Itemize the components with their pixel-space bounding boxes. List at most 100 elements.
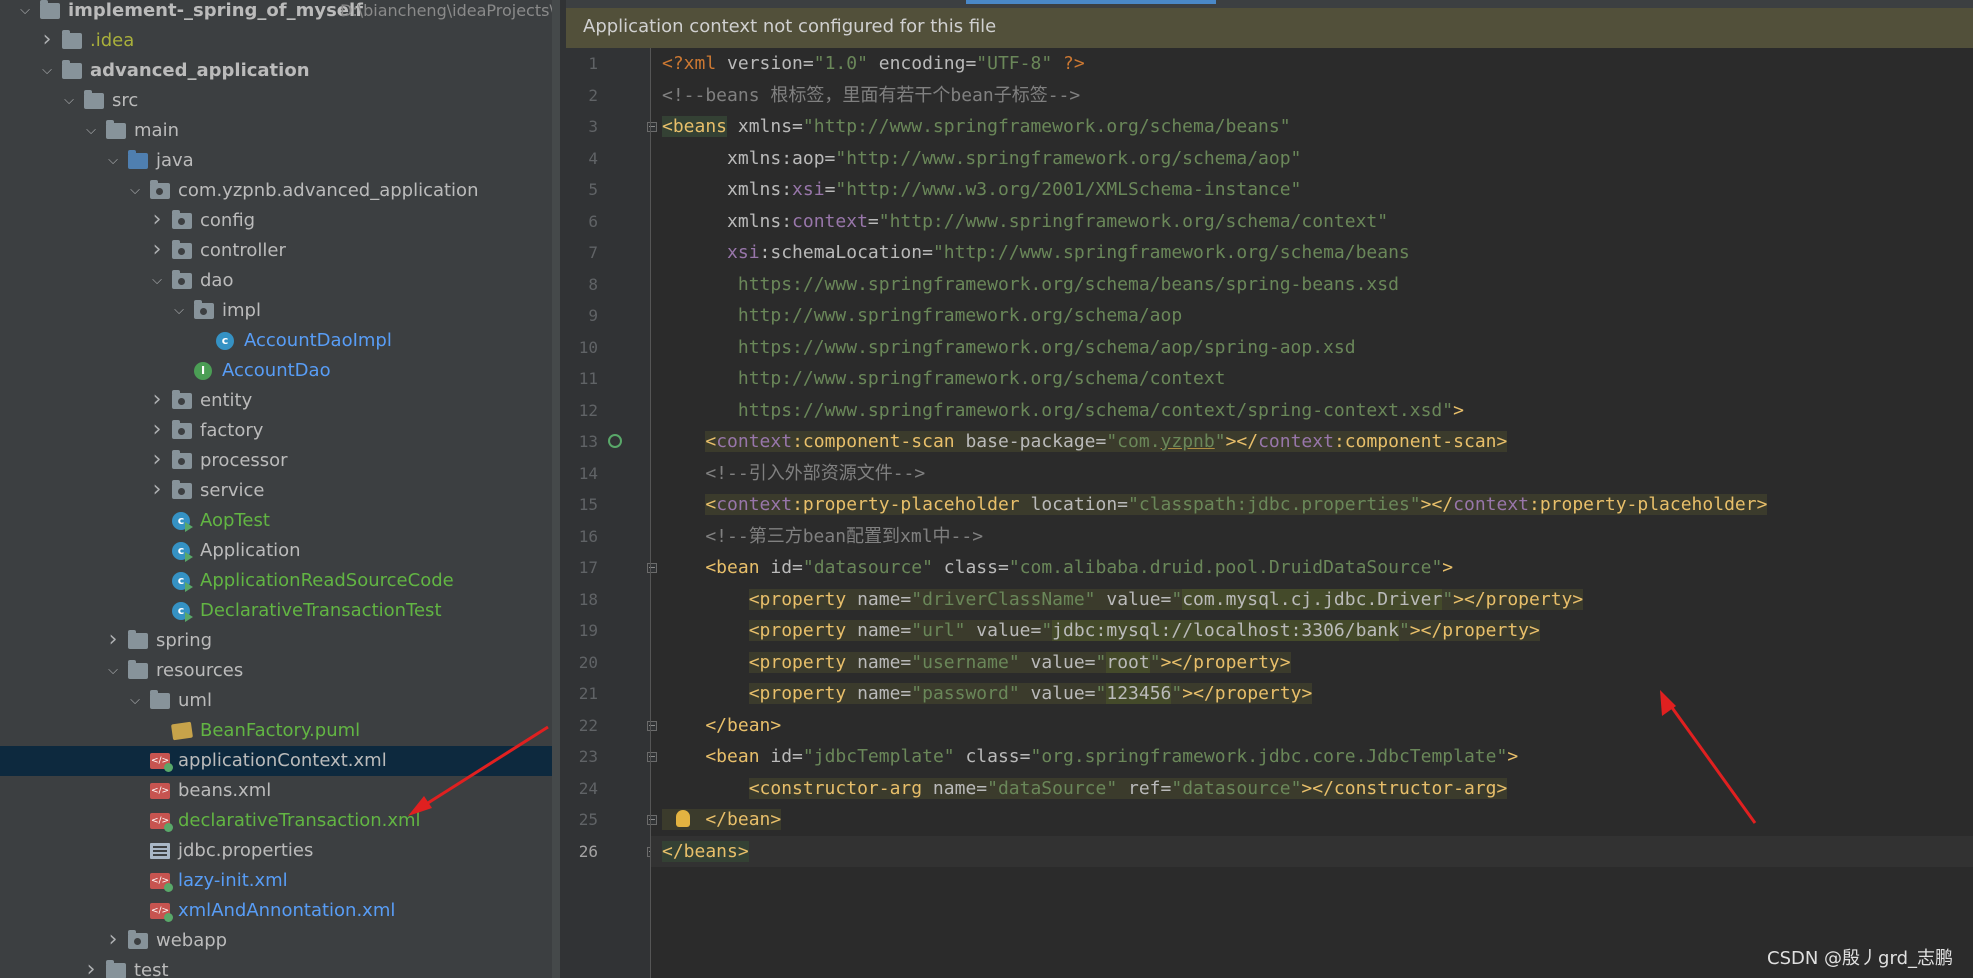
chevron-down-icon[interactable]: ⌵ xyxy=(128,686,142,716)
tree-item[interactable]: › webapp xyxy=(0,926,556,956)
tree-item[interactable]: › config xyxy=(0,206,556,236)
folder-icon xyxy=(62,30,82,49)
tree-item[interactable]: › spring xyxy=(0,626,556,656)
chevron-down-icon[interactable]: ⌵ xyxy=(106,146,120,176)
tree-item[interactable]: › test xyxy=(0,956,556,978)
fold-marker-icon[interactable] xyxy=(647,752,657,762)
tree-item[interactable]: c ApplicationReadSourceCode xyxy=(0,566,556,596)
spring-bean-gutter-icon[interactable] xyxy=(608,434,622,448)
code-line[interactable]: https://www.springframework.org/schema/a… xyxy=(662,332,1356,363)
code-line[interactable]: <property name="password" value="123456"… xyxy=(662,678,1313,709)
code-line[interactable]: <property name="url" value="jdbc:mysql:/… xyxy=(662,615,1540,646)
code-token: <property xyxy=(748,683,847,704)
chevron-down-icon[interactable]: ⌵ xyxy=(128,176,142,206)
code-token: ></property> xyxy=(1409,620,1540,641)
code-line[interactable]: xsi:schemaLocation="http://www.springfra… xyxy=(662,237,1410,268)
code-line[interactable]: <beans xmlns="http://www.springframework… xyxy=(662,111,1291,142)
tree-item[interactable]: c AccountDaoImpl xyxy=(0,326,556,356)
code-line[interactable]: https://www.springframework.org/schema/c… xyxy=(662,395,1464,426)
code-line[interactable]: http://www.springframework.org/schema/ao… xyxy=(662,300,1182,331)
tree-item[interactable]: ⌵ main xyxy=(0,116,556,146)
code-editor[interactable]: Application context not configured for t… xyxy=(566,0,1973,978)
chevron-down-icon[interactable]: ⌵ xyxy=(84,116,98,146)
tree-item-label: Application xyxy=(200,540,301,561)
fold-marker-icon[interactable] xyxy=(647,122,657,132)
tree-item[interactable]: c AopTest xyxy=(0,506,556,536)
project-tree[interactable]: ⌵ implement-_spring_of_myself D:\biancheng… xyxy=(0,0,556,978)
code-line[interactable]: xmlns:xsi="http://www.w3.org/2001/XMLSch… xyxy=(662,174,1301,205)
chevron-down-icon[interactable]: ⌵ xyxy=(18,0,32,26)
tree-item[interactable]: ⌵ src xyxy=(0,86,556,116)
tree-item[interactable]: I AccountDao xyxy=(0,356,556,386)
tree-item[interactable]: › factory xyxy=(0,416,556,446)
chevron-down-icon[interactable]: ⌵ xyxy=(150,266,164,296)
code-line[interactable]: <!--beans 根标签，里面有若干个bean子标签--> xyxy=(662,80,1080,111)
code-line[interactable]: <bean id="datasource" class="com.alibaba… xyxy=(662,552,1453,583)
chevron-right-icon[interactable]: › xyxy=(106,626,120,656)
tree-item[interactable]: ⌵ advanced_application xyxy=(0,56,556,86)
tree-item[interactable]: ⌵ implement-_spring_of_myself D:\biancheng… xyxy=(0,0,556,26)
code-line[interactable]: <context:component-scan base-package="co… xyxy=(662,426,1508,457)
tree-item[interactable]: </> beans.xml xyxy=(0,776,556,806)
tree-item[interactable]: ⌵ java xyxy=(0,146,556,176)
code-line[interactable]: <bean id="jdbcTemplate" class="org.sprin… xyxy=(662,741,1518,772)
tree-item[interactable]: </> xmlAndAnnontation.xml xyxy=(0,896,556,926)
tree-item[interactable]: › controller xyxy=(0,236,556,266)
line-number: 21 xyxy=(578,684,598,703)
package-icon xyxy=(194,300,214,319)
code-token: http://www.springframework.org/schema/co… xyxy=(662,368,1226,389)
chevron-right-icon[interactable]: › xyxy=(106,926,120,956)
chevron-down-icon[interactable]: ⌵ xyxy=(62,86,76,116)
code-line[interactable]: <!--第三方bean配置到xml中--> xyxy=(662,521,983,552)
code-line[interactable]: </bean> xyxy=(662,710,781,741)
code-token: xmlns: xyxy=(662,179,793,200)
code-token: "1.0" xyxy=(813,53,868,74)
tree-item[interactable]: › service xyxy=(0,476,556,506)
tree-item[interactable]: ⌵ uml xyxy=(0,686,556,716)
code-line[interactable]: <constructor-arg name="dataSource" ref="… xyxy=(662,773,1508,804)
tree-item[interactable]: › processor xyxy=(0,446,556,476)
code-line[interactable]: xmlns:aop="http://www.springframework.or… xyxy=(662,143,1301,174)
chevron-right-icon[interactable]: › xyxy=(150,386,164,416)
tree-item[interactable]: c DeclarativeTransactionTest xyxy=(0,596,556,626)
tree-item[interactable]: </> applicationContext.xml xyxy=(0,746,556,776)
chevron-right-icon[interactable]: › xyxy=(40,26,54,56)
code-line[interactable]: <property name="username" value="root"><… xyxy=(662,647,1291,678)
code-line[interactable]: <context:property-placeholder location="… xyxy=(662,489,1768,520)
lightbulb-icon[interactable] xyxy=(676,810,690,827)
tree-item[interactable]: ⌵ resources xyxy=(0,656,556,686)
tree-item[interactable]: </> lazy-init.xml xyxy=(0,866,556,896)
chevron-right-icon[interactable]: › xyxy=(150,446,164,476)
tree-item[interactable]: </> declarativeTransaction.xml xyxy=(0,806,556,836)
code-line[interactable]: <property name="driverClassName" value="… xyxy=(662,584,1584,615)
code-line[interactable]: </beans> xyxy=(651,835,1973,867)
code-line[interactable]: xmlns:context="http://www.springframewor… xyxy=(662,206,1388,237)
code-token: :property-placeholder xyxy=(792,494,1020,515)
fold-marker-icon[interactable] xyxy=(647,563,657,573)
code-line[interactable]: <!--引入外部资源文件--> xyxy=(662,458,925,489)
code-line[interactable]: http://www.springframework.org/schema/co… xyxy=(662,363,1226,394)
chevron-right-icon[interactable]: › xyxy=(150,416,164,446)
tree-item[interactable]: jdbc.properties xyxy=(0,836,556,866)
tree-item[interactable]: ⌵ dao xyxy=(0,266,556,296)
tree-item[interactable]: › .idea xyxy=(0,26,556,56)
chevron-down-icon[interactable]: ⌵ xyxy=(40,56,54,86)
package-icon xyxy=(172,420,192,439)
code-line[interactable]: <?xml version="1.0" encoding="UTF-8" ?> xyxy=(662,48,1085,79)
chevron-down-icon[interactable]: ⌵ xyxy=(172,296,186,326)
chevron-right-icon[interactable]: › xyxy=(150,206,164,236)
code-line[interactable]: https://www.springframework.org/schema/b… xyxy=(662,269,1399,300)
chevron-right-icon[interactable]: › xyxy=(150,476,164,506)
code-token: "org.springframework.jdbc.core.JdbcTempl… xyxy=(1030,746,1508,767)
tree-item[interactable]: c Application xyxy=(0,536,556,566)
chevron-right-icon[interactable]: › xyxy=(84,956,98,978)
fold-marker-icon[interactable] xyxy=(647,720,657,731)
tree-item[interactable]: BeanFactory.puml xyxy=(0,716,556,746)
chevron-down-icon[interactable]: ⌵ xyxy=(106,656,120,686)
project-tree-scrollbar[interactable] xyxy=(552,0,560,978)
tree-item[interactable]: ⌵ impl xyxy=(0,296,556,326)
tree-item[interactable]: › entity xyxy=(0,386,556,416)
tree-item[interactable]: ⌵ com.yzpnb.advanced_application xyxy=(0,176,556,206)
fold-marker-icon[interactable] xyxy=(647,815,657,825)
chevron-right-icon[interactable]: › xyxy=(150,236,164,266)
